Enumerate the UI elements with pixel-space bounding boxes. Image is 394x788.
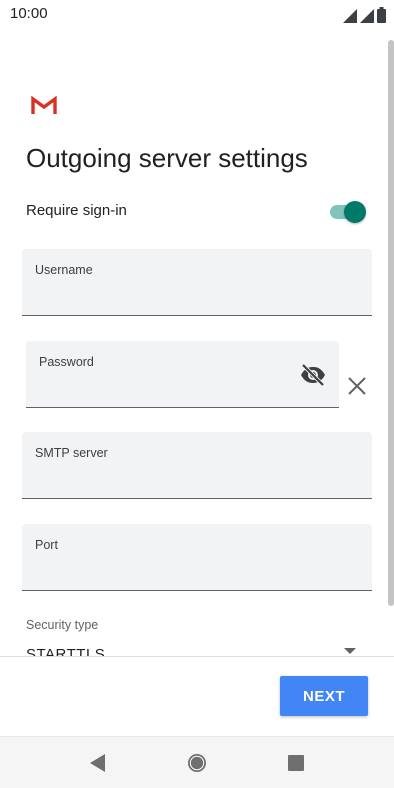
back-icon[interactable] bbox=[86, 751, 110, 775]
security-type-label: Security type bbox=[26, 618, 99, 632]
security-type-dropdown[interactable]: STARTTLS bbox=[26, 640, 366, 656]
next-button[interactable]: NEXT bbox=[280, 676, 368, 716]
status-bar: 10:00 bbox=[0, 0, 394, 28]
scrollbar[interactable] bbox=[388, 40, 394, 606]
port-label: Port bbox=[35, 538, 58, 552]
navigation-bar bbox=[0, 736, 394, 788]
status-icons bbox=[343, 7, 386, 23]
gmail-logo-icon bbox=[31, 96, 57, 114]
password-label: Password bbox=[39, 355, 94, 369]
smtp-server-label: SMTP server bbox=[35, 446, 108, 460]
status-time: 10:00 bbox=[10, 5, 48, 22]
security-type-value: STARTTLS bbox=[26, 646, 106, 656]
signal-icon bbox=[343, 9, 357, 23]
password-field[interactable]: Password bbox=[26, 341, 339, 408]
dropdown-arrow-icon bbox=[344, 648, 356, 654]
divider bbox=[0, 656, 394, 657]
page-title: Outgoing server settings bbox=[26, 143, 308, 173]
require-signin-label: Require sign-in bbox=[26, 202, 127, 219]
port-field[interactable]: Port bbox=[22, 524, 372, 591]
close-icon[interactable] bbox=[344, 373, 370, 399]
home-icon[interactable] bbox=[185, 751, 209, 775]
username-label: Username bbox=[35, 263, 93, 277]
battery-icon bbox=[377, 7, 386, 23]
recents-icon[interactable] bbox=[284, 751, 308, 775]
require-signin-row: Require sign-in bbox=[26, 200, 366, 224]
toggle-thumb bbox=[344, 201, 366, 223]
username-field[interactable]: Username bbox=[22, 249, 372, 316]
visibility-off-icon[interactable] bbox=[299, 363, 327, 387]
smtp-server-field[interactable]: SMTP server bbox=[22, 432, 372, 499]
signal-icon bbox=[360, 9, 374, 23]
require-signin-toggle[interactable] bbox=[328, 201, 366, 223]
